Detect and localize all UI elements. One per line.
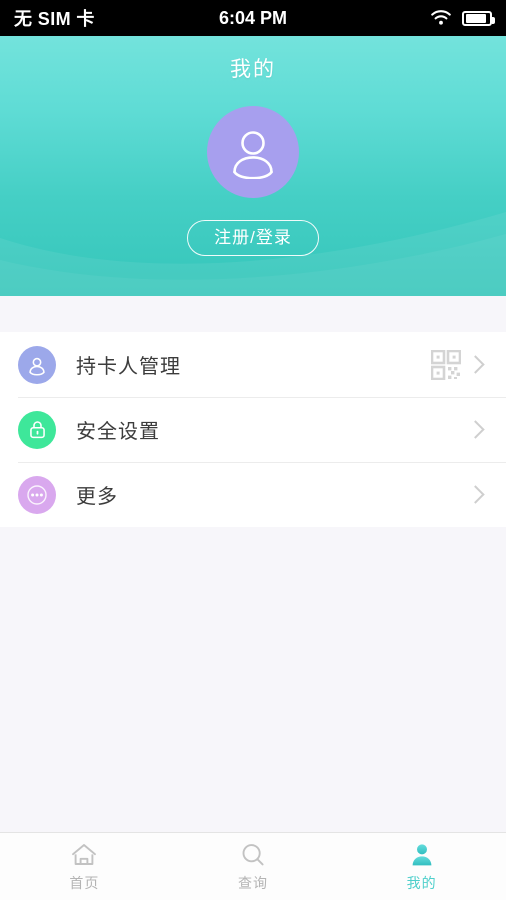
- ellipsis-icon: [18, 475, 56, 514]
- login-container: 注册/登录: [0, 220, 506, 256]
- profile-header: 我的 注册/登录: [0, 36, 506, 296]
- menu-item-label: 持卡人管理: [76, 356, 181, 378]
- section-gap: [0, 296, 506, 332]
- menu-item-label: 更多: [76, 486, 118, 508]
- home-icon: [70, 840, 98, 868]
- avatar-container: [0, 106, 506, 198]
- tab-query[interactable]: 查询: [169, 833, 338, 900]
- wifi-icon: [429, 9, 453, 27]
- tab-mine[interactable]: 我的: [337, 833, 506, 900]
- user-avatar-icon: [233, 131, 273, 179]
- tab-label: 查询: [238, 875, 268, 891]
- status-icons: [429, 9, 495, 27]
- chevron-right-icon: [466, 355, 485, 374]
- menu-item-security[interactable]: 安全设置: [0, 397, 506, 462]
- menu-item-label: 安全设置: [76, 421, 160, 443]
- search-icon: [239, 840, 267, 868]
- menu-item-cardholder[interactable]: 持卡人管理: [0, 332, 506, 397]
- status-bar: 无 SIM 卡 6:04 PM: [0, 0, 506, 36]
- menu-list: 持卡人管理 安全设置 更多: [0, 332, 506, 527]
- tab-home[interactable]: 首页: [0, 833, 169, 900]
- bottom-tab-bar: 首页 查询 我的: [0, 832, 506, 900]
- lock-icon: [18, 410, 56, 449]
- tab-label: 首页: [69, 875, 100, 891]
- tab-label: 我的: [406, 875, 437, 891]
- user-icon: [18, 345, 56, 384]
- person-filled-icon: [408, 840, 436, 868]
- menu-item-more[interactable]: 更多: [0, 462, 506, 527]
- chevron-right-icon: [466, 485, 485, 504]
- battery-icon: [462, 10, 495, 26]
- avatar[interactable]: [207, 106, 299, 198]
- chevron-right-icon: [466, 420, 485, 439]
- page-title: 我的: [230, 58, 276, 81]
- app-screen: 无 SIM 卡 6:04 PM 我的 注册/登录 持卡人管理 安全设置 更多 首…: [0, 0, 506, 900]
- register-login-button[interactable]: 注册/登录: [187, 220, 319, 256]
- qr-code-icon[interactable]: [431, 349, 461, 380]
- carrier-label: 无 SIM 卡: [14, 9, 95, 29]
